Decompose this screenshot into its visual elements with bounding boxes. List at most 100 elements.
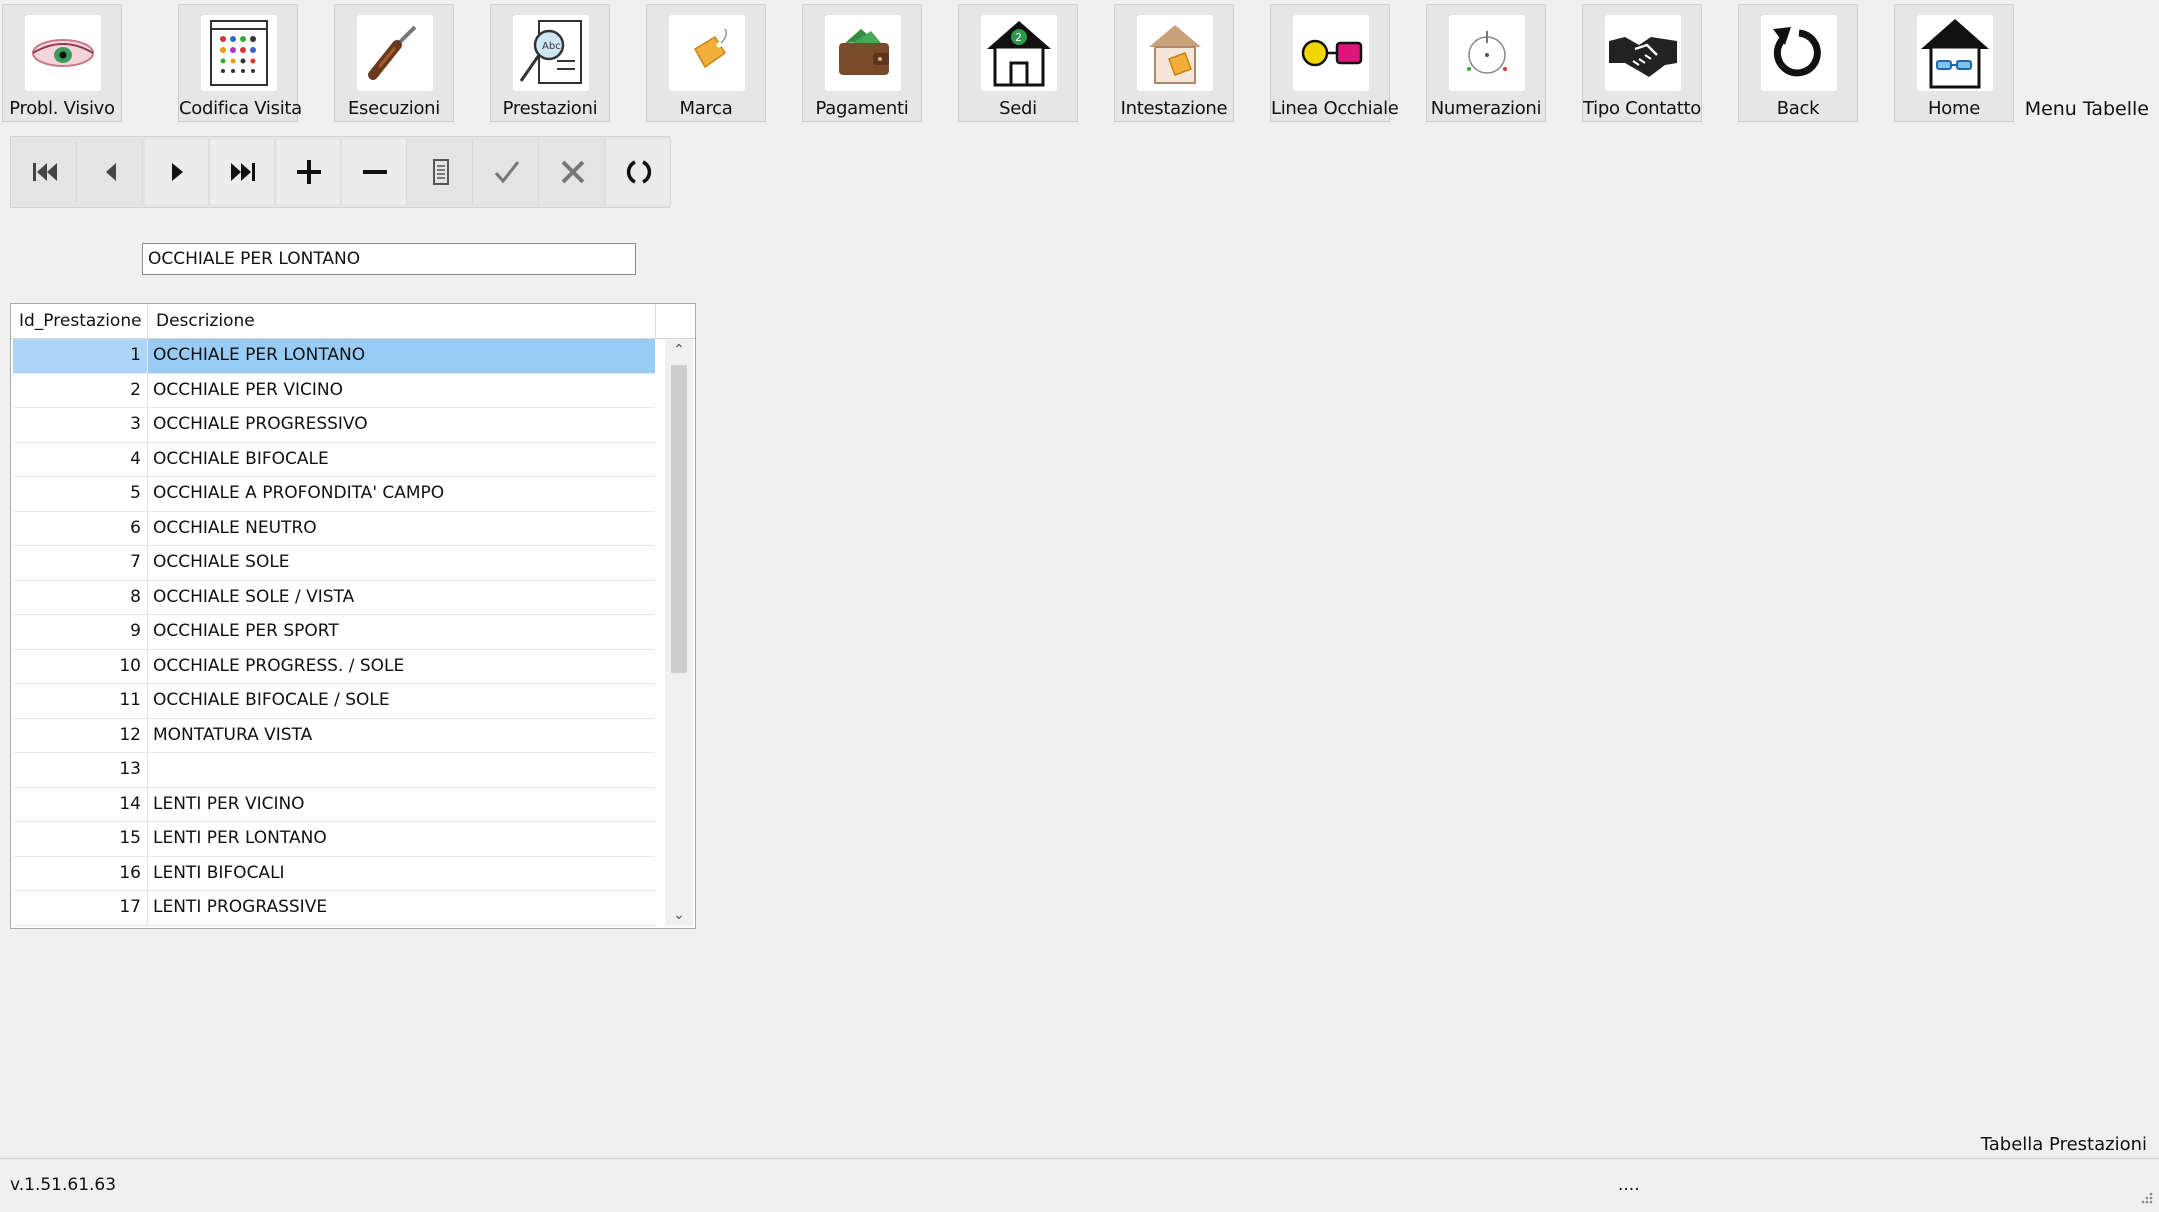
table-row[interactable]: 13 [13,753,655,788]
descrizione-field[interactable] [142,243,636,275]
cell-descrizione[interactable]: OCCHIALE A PROFONDITA' CAMPO [148,477,655,511]
prestazioni-grid[interactable]: Id_Prestazione Descrizione 1 OCCHIALE PER… [10,303,696,929]
table-row[interactable]: 14 LENTI PER VICINO [13,787,655,822]
toolbar-button-label: Prestazioni [502,98,598,119]
table-row[interactable]: 5 OCCHIALE A PROFONDITA' CAMPO [13,477,655,512]
marca-button[interactable]: Marca [646,4,766,122]
previous-record-button[interactable] [79,139,143,205]
cell-id[interactable]: 16 [13,856,148,890]
toolbar-button-label: Home [1928,98,1980,119]
cell-descrizione[interactable]: OCCHIALE PROGRESS. / SOLE [148,650,655,684]
cell-descrizione[interactable]: OCCHIALE PROGRESSIVO [148,408,655,442]
esecuzioni-button[interactable]: Esecuzioni [334,4,454,122]
toolbar-button-label: Tipo Contatto [1583,98,1701,119]
intestazione-button[interactable]: Intestazione [1114,4,1234,122]
cell-id[interactable]: 10 [13,649,148,683]
cell-id[interactable]: 6 [13,511,148,545]
post-record-button[interactable] [475,139,539,205]
cell-id[interactable]: 5 [13,477,148,511]
cell-descrizione[interactable]: OCCHIALE PER SPORT [148,615,655,649]
cell-descrizione[interactable]: LENTI PROGRASSIVE [148,891,655,925]
resize-grip-icon[interactable] [2139,1190,2153,1204]
table-row[interactable]: 17 LENTI PROGRASSIVE [13,891,655,926]
next-record-button[interactable] [145,139,209,205]
add-record-button[interactable] [277,139,341,205]
linea-occhiale-button[interactable]: Linea Occhiale [1270,4,1399,122]
table-row[interactable]: 2 OCCHIALE PER VICINO [13,373,655,408]
scroll-thumb[interactable] [671,365,687,673]
cell-id[interactable]: 14 [13,787,148,821]
cell-id[interactable]: 3 [13,408,148,442]
column-header-descrizione[interactable]: Descrizione [148,304,656,338]
back-button[interactable]: Back [1738,4,1858,122]
cell-descrizione[interactable]: OCCHIALE PER VICINO [148,374,655,408]
cell-id[interactable]: 13 [13,753,148,787]
table-row[interactable]: 4 OCCHIALE BIFOCALE [13,442,655,477]
table-row[interactable]: 3 OCCHIALE PROGRESSIVO [13,408,655,443]
cell-id[interactable]: 9 [13,615,148,649]
cell-descrizione[interactable]: LENTI PER VICINO [148,788,655,822]
cell-descrizione[interactable]: OCCHIALE SOLE [148,546,655,580]
toolbar-button-label: Marca [679,98,733,119]
scroll-down-icon[interactable]: ⌄ [665,904,693,926]
main-toolbar: Probl. Visivo Codifica Visita Esecuzioni… [0,0,2159,124]
refresh-button[interactable] [607,139,671,205]
toolbar-button-label: Sedi [999,98,1037,119]
first-record-button[interactable] [13,139,77,205]
tipo-contatto-button[interactable]: Tipo Contatto [1582,4,1702,122]
toolbar-button-label: Linea Occhiale [1271,98,1399,119]
cell-descrizione[interactable]: LENTI PER LONTANO [148,822,655,856]
table-row[interactable]: 1 OCCHIALE PER LONTANO [13,339,655,374]
table-row[interactable]: 11 OCCHIALE BIFOCALE / SOLE [13,684,655,719]
cell-id[interactable]: 4 [13,442,148,476]
table-row[interactable]: 10 OCCHIALE PROGRESS. / SOLE [13,649,655,684]
table-row[interactable]: 8 OCCHIALE SOLE / VISTA [13,580,655,615]
cell-id[interactable]: 1 [13,339,148,373]
cancel-edit-button[interactable] [541,139,605,205]
sedi-button[interactable]: 2 Sedi [958,4,1078,122]
dial-icon [1449,15,1525,91]
record-navigator [10,136,671,208]
cell-id[interactable]: 12 [13,718,148,752]
table-row[interactable]: 16 LENTI BIFOCALI [13,856,655,891]
cell-descrizione[interactable] [148,753,655,787]
cell-descrizione[interactable]: OCCHIALE BIFOCALE / SOLE [148,684,655,718]
cell-descrizione[interactable]: OCCHIALE BIFOCALE [148,443,655,477]
table-row[interactable]: 9 OCCHIALE PER SPORT [13,615,655,650]
numerazioni-button[interactable]: Numerazioni [1426,4,1546,122]
vertical-scrollbar[interactable]: ⌃ ⌄ [665,339,693,926]
cell-descrizione[interactable]: OCCHIALE PER LONTANO [148,339,655,373]
probl-visivo-button[interactable]: Probl. Visivo [2,4,122,122]
pagamenti-button[interactable]: Pagamenti [802,4,922,122]
grid-body: 1 OCCHIALE PER LONTANO 2 OCCHIALE PER VICIN… [13,339,655,926]
cell-id[interactable]: 7 [13,546,148,580]
cell-id[interactable]: 17 [13,891,148,925]
color-chart-icon [201,15,277,91]
cell-descrizione[interactable]: LENTI BIFOCALI [148,857,655,891]
cell-descrizione[interactable]: MONTATURA VISTA [148,719,655,753]
first-icon [33,163,57,181]
toolbar-button-label: Back [1776,98,1820,119]
table-row[interactable]: 7 OCCHIALE SOLE [13,546,655,581]
codifica-visita-button[interactable]: Codifica Visita [178,4,302,122]
table-row[interactable]: 12 MONTATURA VISTA [13,718,655,753]
cell-descrizione[interactable]: OCCHIALE NEUTRO [148,512,655,546]
last-record-button[interactable] [211,139,275,205]
column-header-id[interactable]: Id_Prestazione [11,304,148,338]
svg-text:2: 2 [1015,31,1022,44]
delete-record-button[interactable] [343,139,407,205]
home-button[interactable]: Home [1894,4,2014,122]
cell-id[interactable]: 2 [13,373,148,407]
cell-id[interactable]: 11 [13,684,148,718]
wallet-icon [825,15,901,91]
table-row[interactable]: 15 LENTI PER LONTANO [13,822,655,857]
edit-record-button[interactable] [409,139,473,205]
cell-id[interactable]: 15 [13,822,148,856]
table-row[interactable]: 6 OCCHIALE NEUTRO [13,511,655,546]
cell-descrizione[interactable]: OCCHIALE SOLE / VISTA [148,581,655,615]
cell-id[interactable]: 8 [13,580,148,614]
grid-header: Id_Prestazione Descrizione [11,304,695,339]
scroll-up-icon[interactable]: ⌃ [665,339,693,361]
prestazioni-button[interactable]: Abc Prestazioni [490,4,610,122]
post-icon [494,161,520,184]
